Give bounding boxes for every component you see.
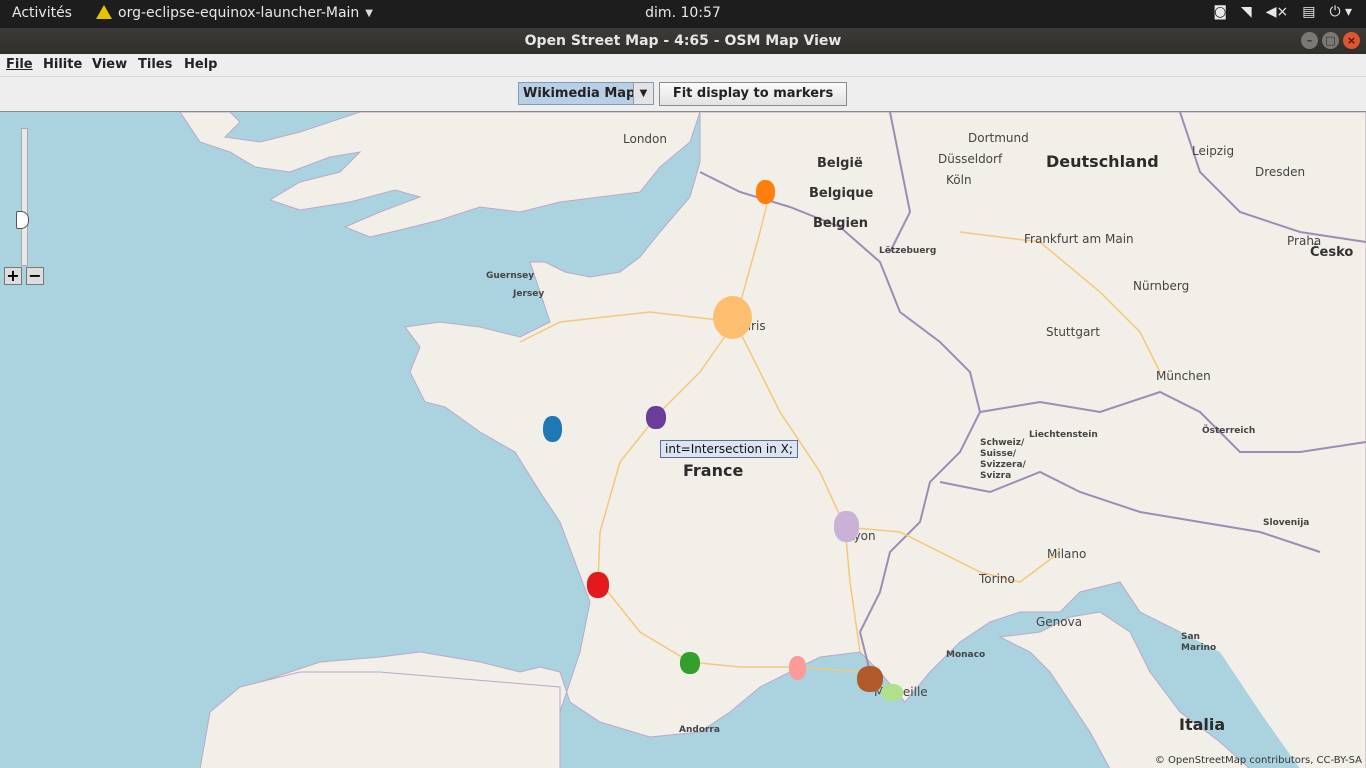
map-label-belgique: Belgique	[809, 186, 874, 201]
app-menu-label: org-eclipse-equinox-launcher-Main	[118, 5, 360, 21]
chevron-down-icon[interactable]: ▼	[633, 83, 653, 104]
map-label-koln: Köln	[946, 173, 972, 187]
volume-icon[interactable]: ◀×	[1266, 4, 1289, 20]
map-label-dresden: Dresden	[1255, 165, 1306, 179]
map-view[interactable]: London Dortmund België Belgique Belgien …	[0, 111, 1366, 768]
map-label-belgie: België	[817, 156, 863, 171]
discord-icon[interactable]: ◙	[1213, 4, 1227, 20]
fit-display-button[interactable]: Fit display to markers	[659, 82, 847, 106]
map-attribution: © OpenStreetMap contributors, CC-BY-SA	[1154, 755, 1362, 766]
menu-tiles[interactable]: Tiles	[138, 57, 172, 72]
map-label-dortmund: Dortmund	[968, 131, 1029, 145]
map-label-genova: Genova	[1036, 615, 1083, 629]
map-marker-marseille-green[interactable]	[881, 684, 903, 701]
map-marker-lyon[interactable]	[834, 511, 859, 542]
map-marker-bordeaux[interactable]	[587, 572, 609, 598]
menu-hilite[interactable]: Hilite	[43, 57, 82, 72]
app-menu[interactable]: org-eclipse-equinox-launcher-Main ▼	[96, 5, 373, 21]
map-label-schweiz: Schweiz/ Suisse/ Svizzera/ Svizra	[980, 438, 1026, 481]
map-label-osterreich: Österreich	[1202, 426, 1256, 436]
map-label-letzebuerg: Lëtzebuerg	[879, 246, 937, 256]
map-label-san-marino: San Marino	[1181, 632, 1217, 653]
menu-view[interactable]: View	[92, 57, 127, 72]
zoom-slider[interactable]	[21, 128, 28, 266]
tile-source-select[interactable]: Wikimedia Map ▼	[518, 82, 654, 105]
zoom-out-button[interactable]: −	[26, 267, 44, 285]
map-marker-lille[interactable]	[756, 180, 775, 204]
minimize-button[interactable]: –	[1301, 32, 1318, 49]
map-marker-marseille-brown[interactable]	[857, 666, 883, 692]
window-title: Open Street Map - 4:65 - OSM Map View	[524, 33, 842, 49]
chevron-down-icon: ▼	[365, 7, 373, 19]
zoom-in-button[interactable]: +	[4, 267, 22, 285]
map-label-guernsey: Guernsey	[486, 271, 535, 281]
map-label-frankfurt: Frankfurt am Main	[1024, 232, 1134, 246]
map-label-leipzig: Leipzig	[1192, 144, 1235, 158]
warning-icon	[96, 5, 112, 19]
map-label-nurnberg: Nürnberg	[1133, 279, 1190, 293]
map-marker-tours[interactable]	[646, 406, 666, 429]
window-title-bar[interactable]: Open Street Map - 4:65 - OSM Map View – …	[0, 28, 1366, 54]
tile-source-value: Wikimedia Map	[523, 86, 636, 101]
map-marker-nantes[interactable]	[543, 416, 562, 442]
map-marker-montpellier[interactable]	[789, 656, 806, 680]
close-button[interactable]: ×	[1343, 32, 1360, 49]
map-label-france: France	[683, 461, 744, 480]
map-label-jersey: Jersey	[513, 289, 545, 299]
map-label-belgien: Belgien	[813, 216, 869, 231]
map-label-stuttgart: Stuttgart	[1046, 325, 1100, 339]
map-label-italia: Italia	[1179, 715, 1226, 734]
power-icon[interactable]: ⏻ ▾	[1329, 4, 1352, 20]
clipboard-icon[interactable]: ▤	[1302, 4, 1315, 20]
map-label-cesko: Česko	[1310, 245, 1354, 260]
marker-tooltip: int=Intersection in X;	[660, 440, 798, 458]
map-label-liechtenstein: Liechtenstein	[1029, 430, 1098, 440]
menu-help[interactable]: Help	[184, 57, 217, 72]
menu-bar: File Hilite View Tiles Help	[0, 54, 1366, 76]
map-label-torino: Torino	[979, 572, 1015, 586]
system-top-bar: Activités org-eclipse-equinox-launcher-M…	[0, 0, 1366, 28]
maximize-button[interactable]: □	[1322, 32, 1339, 49]
map-label-london: London	[623, 132, 667, 146]
menu-file[interactable]: File	[6, 57, 33, 72]
map-label-monaco: Monaco	[946, 650, 986, 660]
map-label-slovenija: Slovenija	[1263, 518, 1310, 528]
system-tray[interactable]: ◙ ◥ ◀× ▤ ⏻ ▾	[1213, 4, 1352, 20]
map-marker-toulouse[interactable]	[680, 652, 700, 674]
toolbar: Wikimedia Map ▼ Fit display to markers	[0, 76, 1366, 112]
map-label-milano: Milano	[1047, 547, 1087, 561]
wifi-icon[interactable]: ◥	[1241, 4, 1252, 20]
map-label-dusseldorf: Düsseldorf	[938, 152, 1003, 166]
activities-button[interactable]: Activités	[12, 5, 72, 21]
map-label-andorra: Andorra	[679, 725, 720, 735]
map-label-deutschland: Deutschland	[1046, 152, 1159, 171]
map-label-munchen: München	[1156, 369, 1211, 383]
map-marker-paris[interactable]	[713, 296, 752, 339]
